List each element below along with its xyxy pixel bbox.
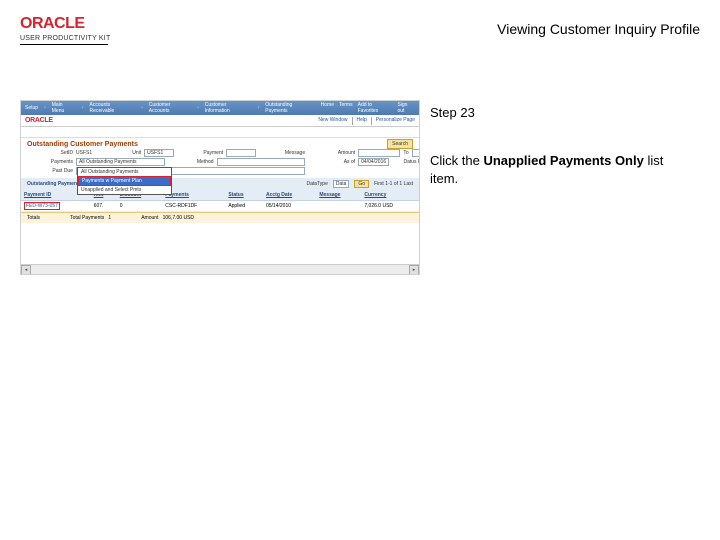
col-date[interactable]: Acctg Date: [263, 190, 316, 201]
nav-item[interactable]: Customer Accounts: [149, 102, 191, 114]
asof-field[interactable]: 04/04/2016: [358, 158, 389, 166]
app-logo: ORACLE: [25, 117, 53, 124]
cell-payments: CSC-RDF1DF: [162, 201, 225, 212]
method-label: Method: [168, 159, 214, 165]
dropdown-item-highlighted[interactable]: Payments w Payment Plan: [78, 176, 171, 186]
nav-item[interactable]: Setup: [25, 105, 38, 111]
setid-value: USFS1: [76, 150, 92, 156]
payment-id-link[interactable]: FED-W73-057: [24, 202, 60, 210]
totals-bar: Totals Total Payments 1 Amount 106,7.00 …: [21, 212, 419, 223]
datus-label: Datus Payment: [392, 159, 420, 165]
search-button[interactable]: Search: [387, 139, 413, 149]
dropdown-item[interactable]: Unapplied and Select Pmts: [78, 186, 171, 194]
new-window-link[interactable]: New Window: [318, 117, 347, 125]
nav-signout[interactable]: Sign out: [397, 102, 415, 114]
upk-subtitle: USER PRODUCTIVITY KIT: [20, 35, 110, 42]
cell-message: [316, 201, 361, 212]
step-label: Step 23: [430, 105, 475, 120]
setid-label: SetID: [27, 150, 73, 156]
divider: [371, 117, 372, 125]
payments-dropdown[interactable]: All Outstanding Payments All Outstanding…: [76, 158, 165, 166]
section-title: Outstanding Customer Payments: [21, 138, 419, 149]
cell-currency: 7,026.0 USD: [361, 201, 419, 212]
total-amount-label: Amount: [141, 215, 158, 221]
unit-field[interactable]: USFS1: [144, 149, 174, 157]
app-bar: ORACLE New Window Help Personalize Page: [21, 115, 419, 127]
nav-item[interactable]: Main Menu: [52, 102, 76, 114]
dropdown-item[interactable]: All Outstanding Payments: [78, 168, 171, 176]
amount-label: Amount: [309, 150, 355, 156]
cell-status: Applied: [225, 201, 263, 212]
col-currency[interactable]: Currency: [361, 190, 419, 201]
go-button[interactable]: Go: [354, 180, 369, 188]
col-message[interactable]: Message: [316, 190, 361, 201]
help-link[interactable]: Help: [357, 117, 367, 125]
instr-bold: Unapplied Payments Only: [483, 153, 643, 168]
pastdue-label: Past Due: [27, 168, 73, 174]
cell-amt: 607.: [91, 201, 117, 212]
view-line: [21, 127, 419, 138]
outstanding-title: Outstanding Payments: [27, 181, 81, 187]
nav-item[interactable]: Customer Information: [205, 102, 252, 114]
instr-pre: Click the: [430, 153, 483, 168]
nav-favorites[interactable]: Add to Favorites: [358, 102, 393, 114]
payment-field[interactable]: [226, 149, 256, 157]
message-label: Message: [259, 150, 305, 156]
payment-label: Payment: [177, 150, 223, 156]
cell-discount: 0: [117, 201, 162, 212]
nav-item[interactable]: Outstanding Payments: [265, 102, 314, 114]
branding: ORACLE USER PRODUCTIVITY KIT: [20, 15, 110, 45]
scroll-left-arrow[interactable]: ◂: [21, 265, 31, 275]
total-payments-label: Total Payments: [70, 215, 104, 221]
oracle-logo: ORACLE: [20, 15, 110, 33]
search-criteria: SetID USFS1 Unit USFS1 Payment Message A…: [21, 149, 381, 177]
personalize-link[interactable]: Personalize Page: [376, 117, 415, 125]
asof-label: As of: [309, 159, 355, 165]
divider: [352, 117, 353, 125]
horizontal-scrollbar[interactable]: ◂ ▸: [21, 264, 419, 274]
divider: [20, 44, 108, 45]
datatype-select[interactable]: Data: [333, 180, 350, 188]
page-title: Viewing Customer Inquiry Profile: [497, 21, 700, 37]
pagination[interactable]: First 1-1 of 1 Last: [374, 181, 413, 187]
datatype-label: DataType: [306, 181, 327, 187]
col-status[interactable]: Status: [225, 190, 263, 201]
to-label: To: [403, 150, 408, 156]
method-field[interactable]: [217, 158, 306, 166]
total-payments-value: 1: [108, 215, 111, 221]
amount-to-field[interactable]: [412, 149, 420, 157]
app-screenshot: Setup› Main Menu› Accounts Receivable› C…: [20, 100, 420, 275]
nav-terms[interactable]: Terms: [339, 102, 353, 114]
payments-label: Payments: [27, 159, 73, 165]
nav-bar: Setup› Main Menu› Accounts Receivable› C…: [21, 101, 419, 115]
amount-field[interactable]: [358, 149, 400, 157]
nav-item[interactable]: Accounts Receivable: [90, 102, 136, 114]
cell-date: 05/14/2010: [263, 201, 316, 212]
instruction-text: Click the Unapplied Payments Only list i…: [430, 152, 670, 187]
total-amount-value: 106,7.00 USD: [163, 215, 194, 221]
dropdown-list: All Outstanding Payments Payments w Paym…: [77, 167, 172, 195]
totals-label: Totals: [27, 215, 40, 221]
unit-label: Unit: [95, 150, 141, 156]
nav-home[interactable]: Home: [321, 102, 334, 114]
table-row: FED-W73-057 607. 0 CSC-RDF1DF Applied 05…: [21, 201, 419, 212]
payments-selected: All Outstanding Payments: [79, 159, 137, 165]
scroll-right-arrow[interactable]: ▸: [409, 265, 419, 275]
